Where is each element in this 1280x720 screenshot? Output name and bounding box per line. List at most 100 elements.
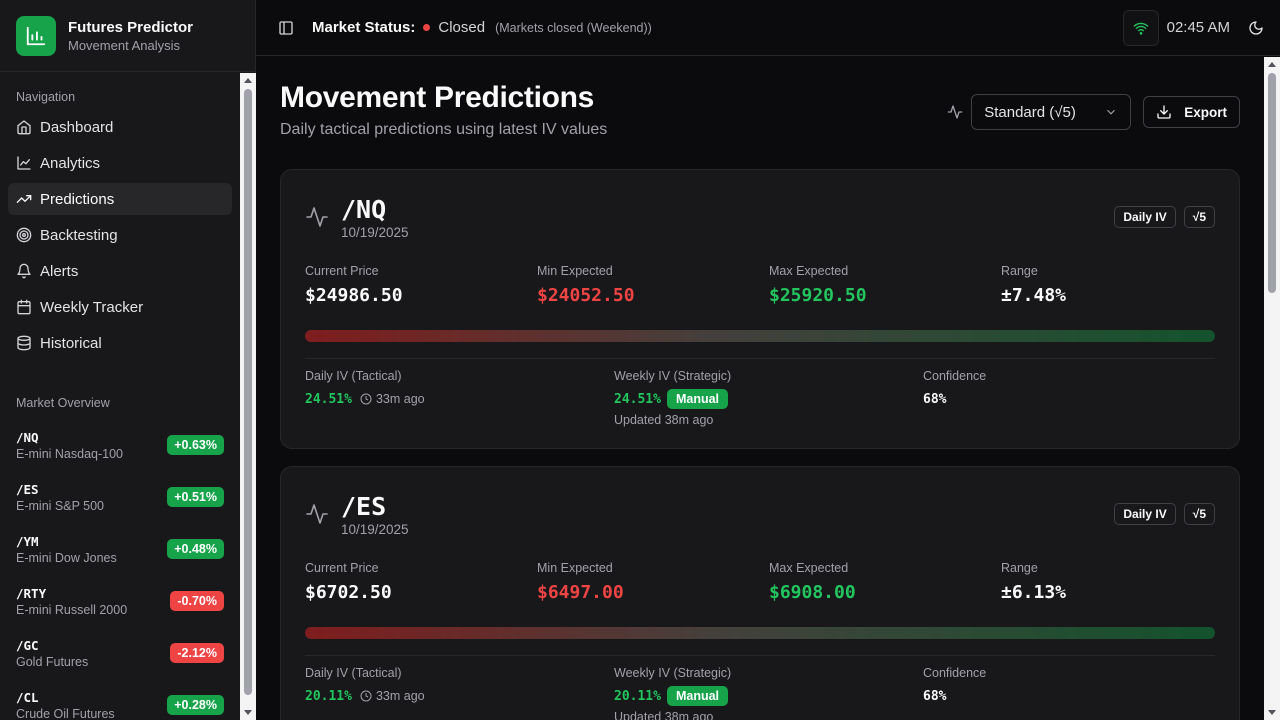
weekly-iv-label: Weekly IV (Strategic) <box>614 369 732 383</box>
scrollbar-thumb[interactable] <box>1268 73 1276 293</box>
sidebar-item-analytics[interactable]: Analytics <box>8 147 232 179</box>
activity-icon <box>306 207 328 227</box>
market-symbol: /NQ <box>16 429 39 445</box>
market-item-nq[interactable]: /NQ E-mini Nasdaq-100 +0.63% <box>0 419 240 471</box>
max-expected: $25920.50 <box>769 285 867 306</box>
sidebar-item-alerts[interactable]: Alerts <box>8 255 232 287</box>
daily-iv-badge: Daily IV <box>1114 206 1176 228</box>
confidence-value: 68% <box>923 391 947 407</box>
activity-icon <box>306 504 328 524</box>
range-gauge <box>305 627 1215 639</box>
market-item-es[interactable]: /ES E-mini S&P 500 +0.51% <box>0 471 240 523</box>
daily-iv-label: Daily IV (Tactical) <box>305 666 402 680</box>
sidebar: Futures Predictor Movement Analysis Navi… <box>0 0 256 720</box>
app-title: Futures Predictor <box>68 18 194 36</box>
market-item-ym[interactable]: /YM E-mini Dow Jones +0.48% <box>0 523 240 575</box>
database-icon <box>17 335 31 351</box>
max-expected-label: Max Expected <box>769 264 849 278</box>
manual-badge: Manual <box>666 389 729 409</box>
daily-iv-age: 33m ago <box>375 392 425 406</box>
sqrt5-badge: √5 <box>1183 206 1215 228</box>
prediction-card-nq: /NQ 10/19/2025 Daily IV √5 Current Price… <box>280 169 1240 449</box>
scrollbar-thumb[interactable] <box>244 89 252 695</box>
market-name: Gold Futures <box>16 654 89 669</box>
sidebar-toggle-icon[interactable] <box>278 20 294 36</box>
max-expected: $6908.00 <box>769 582 856 603</box>
sidebar-nav: Dashboard Analytics Predictions Backtest… <box>0 111 240 359</box>
sidebar-item-backtesting[interactable]: Backtesting <box>8 219 232 251</box>
market-symbol: /CL <box>16 689 39 705</box>
market-change-badge: +0.63% <box>167 435 224 455</box>
market-symbol: /GC <box>16 637 39 653</box>
bell-icon <box>17 263 31 279</box>
activity-icon <box>947 105 963 119</box>
card-date: 10/19/2025 <box>341 521 409 537</box>
current-price: $6702.50 <box>305 582 392 603</box>
market-change-badge: -2.12% <box>170 643 224 663</box>
weekly-updated: Updated 38m ago <box>614 413 714 427</box>
wifi-icon <box>1133 22 1148 35</box>
sidebar-item-label: Analytics <box>40 154 101 172</box>
market-status-note: (Markets closed (Weekend)) <box>495 20 652 35</box>
moon-icon[interactable] <box>1248 20 1264 36</box>
market-item-cl[interactable]: /CL Crude Oil Futures +0.28% <box>0 679 240 720</box>
range-value: ±6.13% <box>1001 582 1067 603</box>
market-name: E-mini Nasdaq-100 <box>16 446 123 461</box>
app-subtitle: Movement Analysis <box>68 37 180 53</box>
topbar: Market Status: Closed (Markets closed (W… <box>256 0 1280 56</box>
min-expected-label: Min Expected <box>537 561 613 575</box>
sidebar-item-label: Backtesting <box>40 226 118 244</box>
market-name: E-mini Dow Jones <box>16 550 117 565</box>
range-gauge <box>305 330 1215 342</box>
sidebar-item-predictions[interactable]: Predictions <box>8 183 232 215</box>
min-expected: $6497.00 <box>537 582 624 603</box>
manual-badge: Manual <box>666 686 729 706</box>
daily-iv-badge: Daily IV <box>1114 503 1176 525</box>
market-change-badge: -0.70% <box>170 591 224 611</box>
export-button[interactable]: Export <box>1143 96 1240 128</box>
min-expected: $24052.50 <box>537 285 635 306</box>
current-price: $24986.50 <box>305 285 403 306</box>
market-status-value: Closed <box>438 19 486 36</box>
select-value: Standard (√5) <box>984 103 1076 121</box>
target-icon <box>16 227 32 243</box>
confidence-label: Confidence <box>923 369 987 383</box>
weekly-updated: Updated 38m ago <box>614 710 714 720</box>
range-value: ±7.48% <box>1001 285 1067 306</box>
calendar-icon <box>17 299 31 315</box>
weekly-iv-label: Weekly IV (Strategic) <box>614 666 732 680</box>
market-item-rty[interactable]: /RTY E-mini Russell 2000 -0.70% <box>0 575 240 627</box>
sidebar-item-label: Dashboard <box>40 118 114 136</box>
weekly-iv-value: 20.11% <box>614 688 661 704</box>
scroll-down-arrow-icon[interactable] <box>1268 710 1276 715</box>
trending-up-icon <box>16 195 32 203</box>
brand[interactable]: Futures Predictor Movement Analysis <box>0 0 255 72</box>
card-symbol: /NQ <box>341 194 387 224</box>
weekly-iv-value: 24.51% <box>614 391 661 407</box>
scroll-down-arrow-icon[interactable] <box>244 710 252 715</box>
range-label: Range <box>1001 264 1038 278</box>
sidebar-item-weekly-tracker[interactable]: Weekly Tracker <box>8 291 232 323</box>
confidence-label: Confidence <box>923 666 987 680</box>
market-item-gc[interactable]: /GC Gold Futures -2.12% <box>0 627 240 679</box>
chart-line-icon <box>17 156 31 170</box>
daily-iv-label: Daily IV (Tactical) <box>305 369 402 383</box>
sidebar-item-dashboard[interactable]: Dashboard <box>8 111 232 143</box>
sidebar-item-historical[interactable]: Historical <box>8 327 232 359</box>
nav-section-label: Navigation <box>16 90 76 104</box>
page-subtitle: Daily tactical predictions using latest … <box>280 121 608 138</box>
download-icon <box>1157 105 1171 119</box>
market-symbol: /ES <box>16 481 39 497</box>
clock-icon <box>360 393 372 405</box>
market-change-badge: +0.28% <box>167 695 224 715</box>
scroll-up-arrow-icon[interactable] <box>244 78 252 83</box>
confidence-value: 68% <box>923 688 947 704</box>
scroll-up-arrow-icon[interactable] <box>1268 62 1276 67</box>
market-symbol: /RTY <box>16 585 47 601</box>
sidebar-scrollbar[interactable] <box>240 73 256 720</box>
market-name: Crude Oil Futures <box>16 706 115 720</box>
current-price-label: Current Price <box>305 264 379 278</box>
connection-status-button[interactable] <box>1122 9 1159 46</box>
main-scrollbar[interactable] <box>1264 57 1280 720</box>
scaling-mode-select[interactable]: Standard (√5) <box>971 94 1132 130</box>
